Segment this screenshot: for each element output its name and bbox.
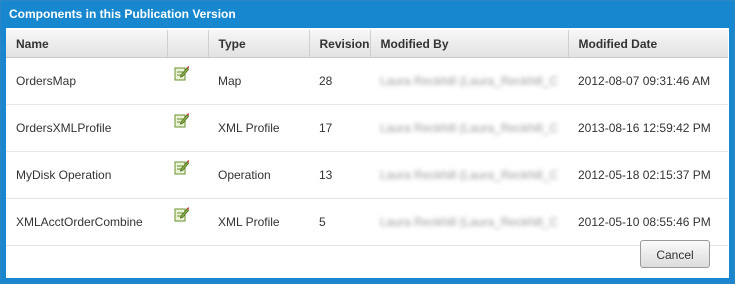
component-name: OrdersXMLProfile	[6, 104, 167, 152]
modified-by: Laura Reckhill (Laura_Reckhill_C	[370, 198, 568, 246]
table-row[interactable]: MyDisk Operation Operation 13 Laura Reck…	[6, 151, 728, 199]
modified-date: 2012-05-10 08:55:46 PM	[568, 198, 728, 246]
table-row[interactable]: OrdersXMLProfile XML Profile 17 Laura Re…	[6, 104, 728, 152]
table-header-row: Name Type Revision Modified By Modified …	[6, 30, 728, 58]
component-name: XMLAcctOrderCombine	[6, 198, 167, 246]
table-row[interactable]: OrdersMap Map 28 Laura Reckhill (Laura_R…	[6, 57, 728, 105]
edit-icon[interactable]	[173, 112, 190, 128]
component-type: Map	[208, 57, 309, 105]
column-header-revision[interactable]: Revision	[309, 30, 371, 58]
column-header-icon[interactable]	[167, 30, 209, 58]
edit-icon[interactable]	[173, 159, 190, 175]
component-type: Operation	[208, 151, 309, 199]
dialog-content: Name Type Revision Modified By Modified …	[6, 28, 729, 278]
modified-by: Laura Reckhill (Laura_Reckhill_C	[370, 57, 568, 105]
component-revision: 28	[309, 57, 370, 105]
component-revision: 5	[309, 198, 370, 246]
component-name: OrdersMap	[6, 57, 167, 105]
modified-date: 2013-08-16 12:59:42 PM	[568, 104, 728, 152]
column-header-type[interactable]: Type	[208, 30, 310, 58]
column-header-modified-date[interactable]: Modified Date	[568, 30, 728, 58]
edit-icon[interactable]	[173, 65, 190, 81]
publication-components-dialog: Components in this Publication Version N…	[0, 0, 735, 284]
component-name: MyDisk Operation	[6, 151, 167, 199]
modified-by: Laura Reckhill (Laura_Reckhill_C	[370, 151, 568, 199]
modified-by: Laura Reckhill (Laura_Reckhill_C	[370, 104, 568, 152]
components-table: Name Type Revision Modified By Modified …	[6, 30, 728, 246]
column-header-modified-by[interactable]: Modified By	[370, 30, 569, 58]
cancel-button[interactable]: Cancel	[640, 240, 710, 268]
modified-date: 2012-05-18 02:15:37 PM	[568, 151, 728, 199]
dialog-title: Components in this Publication Version	[1, 1, 734, 28]
modified-date: 2012-08-07 09:31:46 AM	[568, 57, 728, 105]
table-row[interactable]: XMLAcctOrderCombine XML Profile 5 Laura …	[6, 198, 728, 246]
component-revision: 17	[309, 104, 370, 152]
component-type: XML Profile	[208, 104, 309, 152]
edit-icon[interactable]	[173, 206, 190, 222]
component-revision: 13	[309, 151, 370, 199]
column-header-name[interactable]: Name	[6, 30, 168, 58]
component-type: XML Profile	[208, 198, 309, 246]
